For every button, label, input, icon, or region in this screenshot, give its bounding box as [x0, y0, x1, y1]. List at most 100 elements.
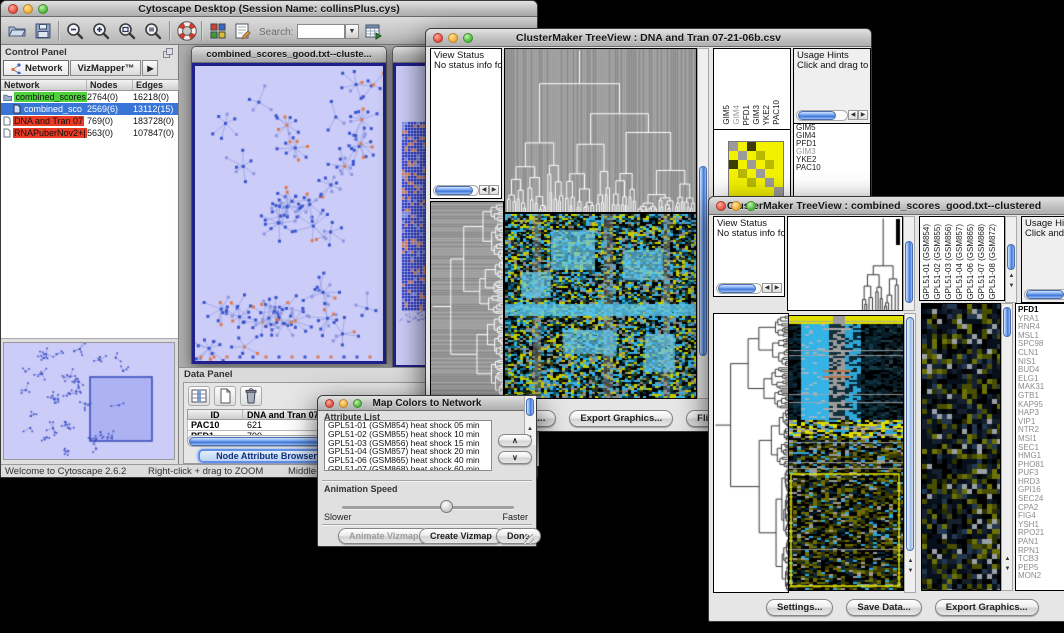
column-dendrogram-canvas[interactable]: [504, 48, 697, 213]
annotation-icon[interactable]: [232, 21, 252, 41]
treeview-combined-title-bar[interactable]: ClusterMaker TreeView : combined_scores_…: [709, 197, 1064, 215]
scroll-right-icon[interactable]: ▶: [489, 185, 499, 195]
move-up-button[interactable]: ∧: [498, 434, 532, 447]
zoom-window-icon[interactable]: [353, 399, 362, 408]
close-icon[interactable]: [398, 50, 407, 59]
gene-label[interactable]: MON2: [1016, 572, 1064, 581]
zoom-window-icon[interactable]: [223, 50, 232, 59]
view-status-scrollbar[interactable]: ◀▶: [716, 282, 782, 294]
network-overview-panel[interactable]: [3, 342, 175, 460]
scroll-up-icon[interactable]: ▲: [526, 426, 534, 433]
minimize-icon[interactable]: [731, 201, 741, 211]
scroll-left-icon[interactable]: ◀: [848, 110, 858, 120]
help-lifesaver-icon[interactable]: [177, 21, 197, 41]
tab-network[interactable]: Network: [3, 60, 69, 76]
zoom-window-icon[interactable]: [38, 4, 48, 14]
scrollbar-thumb[interactable]: [718, 284, 756, 293]
gene-list-vscrollbar[interactable]: ▲ ▼: [1001, 303, 1013, 591]
scroll-right-icon[interactable]: ▶: [772, 283, 782, 293]
open-folder-icon[interactable]: [7, 21, 27, 41]
view-status-scrollbar[interactable]: ◀▶: [433, 184, 499, 196]
scroll-right-icon[interactable]: ▶: [858, 110, 868, 120]
search-input[interactable]: [297, 24, 345, 39]
save-icon[interactable]: [33, 21, 53, 41]
minimize-icon[interactable]: [339, 399, 348, 408]
network-row[interactable]: combined_scores 2764(0) 16218(0): [1, 91, 178, 103]
scroll-up-icon[interactable]: ▲: [1007, 273, 1016, 280]
column-area-vscrollbar[interactable]: [903, 216, 915, 311]
select-attributes-icon[interactable]: [188, 386, 210, 406]
attribute-item[interactable]: GPL51-07 (GSM868) heat shock 60 min: [325, 465, 491, 471]
gene-list[interactable]: PFD1YRA1RNR4MSL1SPC98CLN1NIS1BUD4ELG1MAK…: [1015, 303, 1064, 591]
zoom-selected-icon[interactable]: [143, 21, 163, 41]
animate-vizmap-button[interactable]: Animate Vizmap: [338, 528, 429, 544]
vizmapper-icon[interactable]: [208, 21, 228, 41]
scroll-down-icon[interactable]: ▼: [1007, 283, 1016, 290]
usage-hints-scrollbar[interactable]: [1024, 288, 1064, 300]
heatmap-vscrollbar[interactable]: ▲ ▼: [904, 313, 916, 593]
minimize-icon[interactable]: [210, 50, 219, 59]
minimize-icon[interactable]: [411, 50, 420, 59]
scroll-down-icon[interactable]: ▼: [906, 568, 915, 575]
resize-grip[interactable]: [524, 534, 534, 544]
zoom-fit-icon[interactable]: [117, 21, 137, 41]
selection-heatmap-canvas[interactable]: [921, 303, 1001, 591]
heatmap-canvas[interactable]: [788, 315, 904, 591]
minimize-icon[interactable]: [448, 33, 458, 43]
network-row-selected[interactable]: combined_sco 2569(6) 13112(15): [1, 103, 178, 115]
minimize-icon[interactable]: [23, 4, 33, 14]
scrollbar-thumb[interactable]: [1007, 244, 1015, 270]
node-attribute-browser-tab[interactable]: Node Attribute Browser: [198, 449, 335, 463]
network-canvas[interactable]: [195, 66, 383, 361]
treeview-button[interactable]: Save Data...: [846, 599, 921, 616]
create-vizmap-button[interactable]: Create Vizmap: [419, 528, 503, 544]
row-dendrogram-canvas[interactable]: [430, 201, 504, 399]
treeview-button[interactable]: Export Graphics...: [569, 410, 673, 427]
zoom-out-icon[interactable]: [65, 21, 85, 41]
network-view-title-bar[interactable]: combined_scores_good.txt--cluste...: [192, 47, 386, 63]
treeview-button[interactable]: Settings...: [766, 599, 833, 616]
scrollbar-thumb[interactable]: [1026, 290, 1064, 299]
scrollbar-thumb[interactable]: [699, 166, 707, 356]
usage-hints-scrollbar[interactable]: ◀▶: [796, 109, 868, 121]
gene-label[interactable]: PAC10: [794, 164, 871, 172]
close-icon[interactable]: [8, 4, 18, 14]
scrollbar-thumb[interactable]: [906, 317, 914, 551]
slider-thumb[interactable]: [440, 500, 453, 513]
zoom-window-icon[interactable]: [463, 33, 473, 43]
heatmap-canvas[interactable]: [504, 213, 697, 399]
close-icon[interactable]: [325, 399, 334, 408]
treeview-button[interactable]: Export Graphics...: [935, 599, 1039, 616]
delete-attribute-icon[interactable]: [240, 386, 262, 406]
row-dendrogram-canvas[interactable]: [713, 313, 789, 593]
correlation-matrix[interactable]: [728, 141, 784, 197]
close-icon[interactable]: [716, 201, 726, 211]
scroll-up-icon[interactable]: ▲: [906, 558, 915, 565]
column-dendrogram-canvas[interactable]: [787, 216, 903, 311]
slider-track[interactable]: [342, 506, 514, 509]
animation-speed-slider[interactable]: [342, 500, 514, 514]
search-dropdown-icon[interactable]: ▼: [345, 24, 359, 39]
new-attribute-icon[interactable]: [214, 386, 236, 406]
network-row[interactable]: RNAPuberNov2+| 563(0) 107847(0): [1, 127, 178, 139]
network-row[interactable]: DNA and Tran 07 769(0) 183728(0): [1, 115, 178, 127]
scroll-left-icon[interactable]: ◀: [762, 283, 772, 293]
network-list-header[interactable]: Network Nodes Edges: [1, 79, 178, 91]
zoom-in-icon[interactable]: [91, 21, 111, 41]
scrollbar-thumb[interactable]: [526, 398, 534, 416]
main-title-bar[interactable]: Cytoscape Desktop (Session Name: collins…: [1, 1, 537, 17]
close-icon[interactable]: [433, 33, 443, 43]
scrollbar-thumb[interactable]: [798, 111, 836, 120]
scrollbar-thumb[interactable]: [435, 186, 473, 195]
scrollbar-thumb[interactable]: [1003, 307, 1011, 337]
scrollbar-thumb[interactable]: [905, 241, 913, 303]
zoom-window-icon[interactable]: [746, 201, 756, 211]
move-down-button[interactable]: ∨: [498, 451, 532, 464]
float-panel-icon[interactable]: [162, 47, 174, 59]
labels-vscrollbar[interactable]: ▲ ▼: [1005, 216, 1017, 303]
import-table-icon[interactable]: [363, 21, 383, 41]
treeview-dna-title-bar[interactable]: ClusterMaker TreeView : DNA and Tran 07-…: [426, 29, 871, 47]
close-icon[interactable]: [197, 50, 206, 59]
tab-overflow[interactable]: ▶: [142, 60, 158, 76]
network-overview-canvas[interactable]: [4, 343, 174, 459]
